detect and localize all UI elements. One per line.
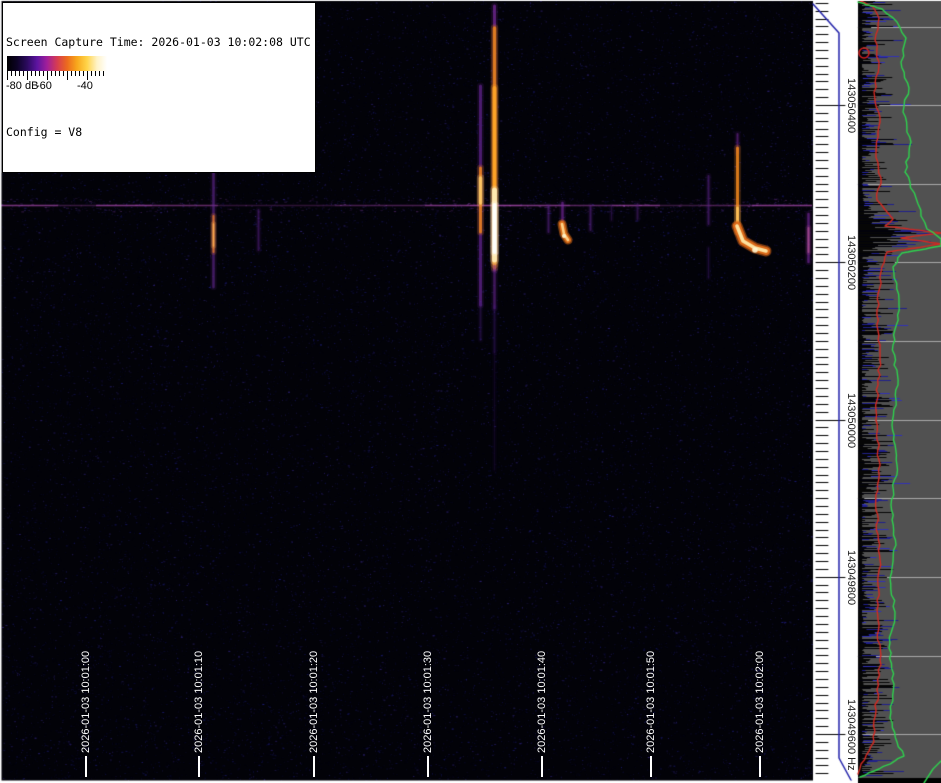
frequency-axis-label: 143050400	[845, 77, 857, 133]
time-axis-tick	[198, 756, 200, 777]
color-scale-ticks	[7, 71, 107, 80]
time-axis-tick	[313, 756, 315, 777]
time-axis-label: 2026-01-03 10:01:30	[422, 650, 434, 753]
frequency-axis-label: 143050200	[845, 234, 857, 290]
frequency-axis-label: 143049600 Hz	[845, 699, 857, 771]
color-scale-label-mid: -60	[36, 80, 52, 92]
color-scale-gradient	[7, 56, 107, 71]
screen-capture-root: Screen Capture Time: 2026-01-03 10:02:08…	[0, 0, 941, 783]
color-scale-label-min: -80 dB	[6, 80, 39, 92]
time-axis-label: 2026-01-03 10:02:00	[754, 650, 766, 753]
frequency-axis-label: 143050000	[845, 392, 857, 448]
time-axis-tick	[85, 756, 87, 777]
time-axis-label: 2026-01-03 10:01:50	[645, 650, 657, 753]
capture-config-text: Config = V8	[6, 125, 83, 139]
time-axis-label: 2026-01-03 10:01:40	[536, 650, 548, 753]
color-scale-label-max: -40	[77, 80, 93, 92]
frequency-axis-label: 143049800	[845, 549, 857, 605]
capture-time-text: Screen Capture Time: 2026-01-03 10:02:08…	[6, 35, 311, 49]
time-axis-tick	[759, 756, 761, 777]
time-axis-label: 2026-01-03 10:01:10	[193, 650, 205, 753]
color-scale-labels: -80 dB -60 -40	[5, 80, 109, 93]
time-axis-tick	[541, 756, 543, 777]
time-axis-tick	[650, 756, 652, 777]
color-scale-legend: -80 dB -60 -40	[5, 54, 109, 97]
time-axis-tick	[427, 756, 429, 777]
time-axis-label: 2026-01-03 10:01:20	[308, 650, 320, 753]
time-axis-label: 2026-01-03 10:01:00	[80, 650, 92, 753]
